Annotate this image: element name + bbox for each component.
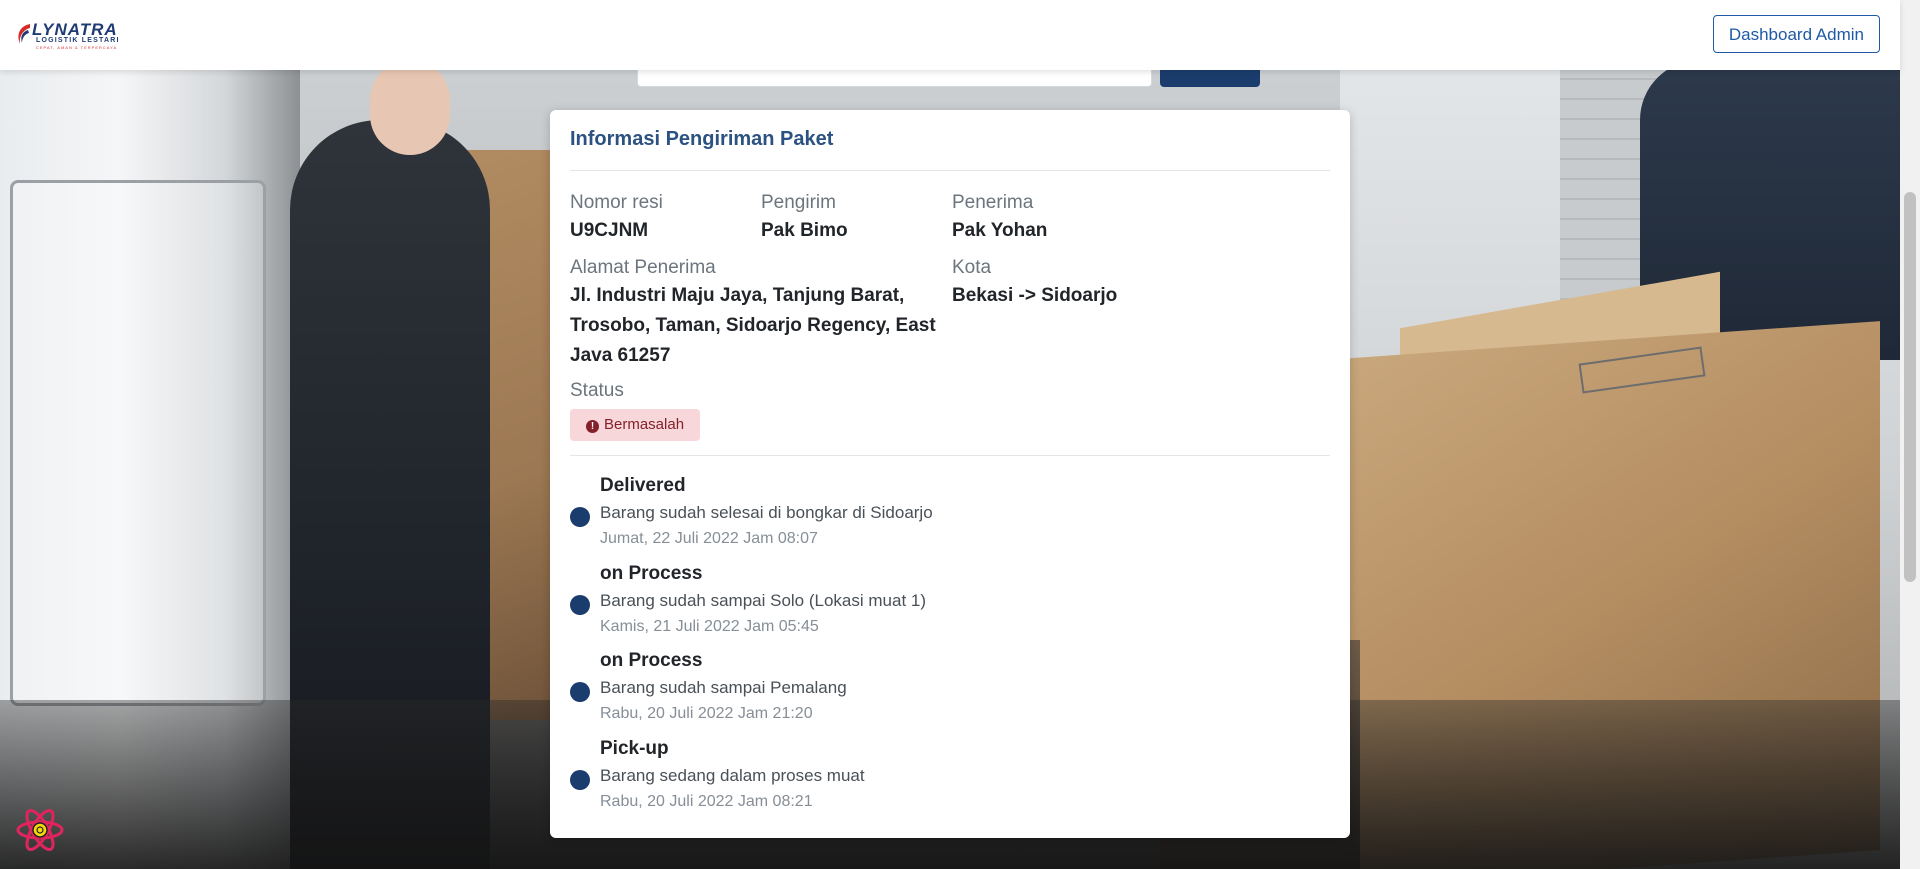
scrollbar-thumb[interactable] (1904, 192, 1916, 582)
timeline-time: Jumat, 22 Juli 2022 Jam 08:07 (600, 530, 818, 547)
timeline-dot-icon (570, 682, 590, 702)
timeline-time: Rabu, 20 Juli 2022 Jam 21:20 (600, 705, 813, 722)
recipient-value: Pak Yohan (952, 220, 1048, 241)
van-door-shape (10, 180, 266, 706)
divider (570, 170, 1330, 171)
timeline-title: Pick-up (600, 738, 669, 759)
dashboard-admin-button[interactable]: Dashboard Admin (1712, 15, 1880, 53)
address-line-3: Java 61257 (570, 345, 671, 366)
timeline-title: on Process (600, 650, 703, 671)
company-logo[interactable]: LYNATRA LOGISTIK LESTARI CEPAT, AMAN & T… (16, 20, 148, 50)
card-title: Informasi Pengiriman Paket (570, 128, 834, 150)
status-label: Status (570, 380, 624, 401)
react-icon[interactable] (15, 805, 65, 855)
timeline-description: Barang sedang dalam proses muat (600, 766, 865, 785)
timeline-time: Kamis, 21 Juli 2022 Jam 05:45 (600, 618, 819, 635)
timeline-time: Rabu, 20 Juli 2022 Jam 08:21 (600, 793, 813, 810)
logo-subtitle: LOGISTIK LESTARI (36, 37, 120, 44)
timeline-description: Barang sudah sampai Pemalang (600, 678, 847, 697)
timeline-dot-icon (570, 595, 590, 615)
logo-tagline: CEPAT, AMAN & TERPERCAYA (36, 45, 118, 50)
sender-value: Pak Bimo (761, 220, 848, 241)
status-badge-text: Bermasalah (604, 416, 685, 433)
address-line-2: Trosobo, Taman, Sidoarjo Regency, East (570, 315, 936, 336)
city-label: Kota (952, 257, 992, 278)
timeline-item: Delivered Barang sudah selesai di bongka… (570, 475, 1330, 555)
timeline-item: on Process Barang sudah sampai Solo (Lok… (570, 563, 1330, 643)
timeline-item: Pick-up Barang sedang dalam proses muat … (570, 738, 1330, 818)
page-scrollbar[interactable] (1900, 0, 1920, 869)
timeline-title: on Process (600, 563, 703, 584)
top-navbar: LYNATRA LOGISTIK LESTARI CEPAT, AMAN & T… (0, 0, 1900, 70)
recipient-label: Penerima (952, 192, 1034, 213)
timeline-description: Barang sudah selesai di bongkar di Sidoa… (600, 503, 933, 522)
address-label: Alamat Penerima (570, 257, 716, 278)
timeline-item: on Process Barang sudah sampai Pemalang … (570, 650, 1330, 730)
timeline-dot-icon (570, 770, 590, 790)
shipment-info-card: Informasi Pengiriman Paket Nomor resi U9… (550, 110, 1350, 838)
timeline-title: Delivered (600, 475, 686, 496)
address-line-1: Jl. Industri Maju Jaya, Tanjung Barat, (570, 285, 905, 306)
timeline-description: Barang sudah sampai Solo (Lokasi muat 1) (600, 591, 927, 610)
receipt-label: Nomor resi (570, 192, 663, 213)
city-value: Bekasi -> Sidoarjo (952, 285, 1118, 306)
logo-swoosh-icon (18, 24, 30, 44)
timeline-dot-icon (570, 507, 590, 527)
receipt-value: U9CJNM (570, 220, 649, 241)
person-left-head (370, 60, 450, 155)
status-badge: ! Bermasalah (570, 409, 701, 441)
sender-label: Pengirim (761, 192, 836, 213)
divider (570, 455, 1330, 456)
exclamation-circle-icon: ! (586, 420, 599, 433)
